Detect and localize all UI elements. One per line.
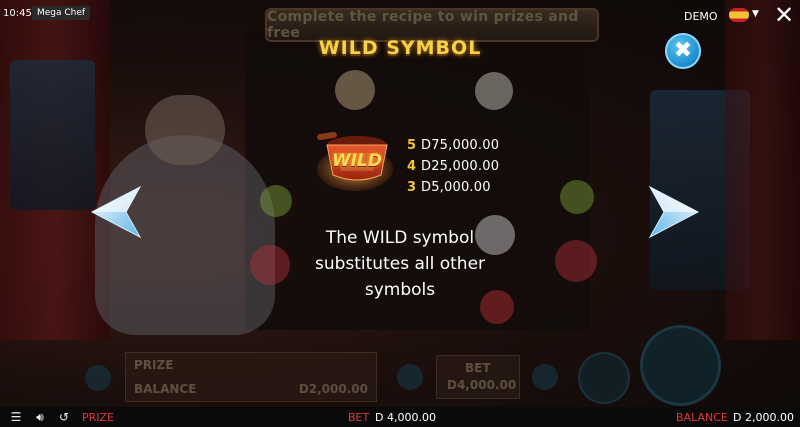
food-symbol [250,245,290,285]
bet-value-bg: D4,000.00 [447,378,517,392]
top-bar: 10:45 Mega Chef DEMO ▼ ✕ [0,0,800,32]
bet-plus-bg [532,364,558,390]
food-symbol [560,180,594,214]
bottom-bar: ☰ 🔊︎ ↺ PRIZE BET D 4,000.00 BALANCE D 2,… [0,407,800,427]
food-symbol [260,185,292,217]
pay-count: 3 [407,180,417,195]
description-line: symbols [364,280,436,300]
bet-value: D 4,000.00 [375,411,436,424]
pay-row: 4 D25,000.00 [407,156,499,177]
food-symbol [335,70,375,110]
balance-label-bg: BALANCE [134,382,197,396]
pay-amount: D75,000.00 [421,138,500,153]
chevron-right-icon[interactable] [648,185,700,239]
chevron-left-icon[interactable] [90,185,142,239]
speaker-icon[interactable]: 🔊︎ [33,410,47,424]
pay-amount: D5,000.00 [421,180,491,195]
window-left [10,60,95,210]
close-icon[interactable]: ✖ [665,33,701,69]
balance-label: BALANCE [676,411,728,424]
clock: 10:45 [3,8,32,19]
pay-count: 5 [407,138,417,153]
wild-symbol-text: WILD [331,151,383,171]
description-line: substitutes all other [314,254,486,274]
pay-count: 4 [407,159,417,174]
game-screen: Complete the recipe to win prizes and fr… [0,0,800,427]
food-symbol [555,240,597,282]
info-button-bg [85,365,111,391]
bet-minus-bg [397,364,423,390]
autoplay-button-bg [578,352,630,404]
menu-icon[interactable]: ☰ [9,410,23,424]
food-symbol [475,72,513,110]
paytable-title: WILD SYMBOL [318,37,482,59]
wild-description: The WILD symbol substitutes all other sy… [290,225,510,303]
bet-label-bg: BET [465,361,491,375]
bet-panel: BET D4,000.00 [436,355,520,399]
pay-amount: D25,000.00 [421,159,500,174]
spain-flag-icon[interactable] [729,8,749,22]
prize-label-bg: PRIZE [134,358,174,372]
spin-button-bg [640,325,721,406]
balance-value-bg: D2,000.00 [298,382,368,396]
curtain-right [725,0,800,340]
chevron-down-icon[interactable]: ▼ [752,9,759,19]
description-line: The WILD symbol [325,228,475,248]
pay-table: 5 D75,000.00 4 D25,000.00 3 D5,000.00 [407,135,499,198]
demo-label: DEMO [684,10,718,23]
bet-label: BET [348,411,370,424]
prize-label: PRIZE [82,411,115,424]
wild-pan-symbol: WILD [315,127,395,192]
pay-row: 5 D75,000.00 [407,135,499,156]
close-x-icon[interactable]: ✕ [771,2,797,28]
history-icon[interactable]: ↺ [57,410,71,424]
balance-value: D 2,000.00 [733,411,794,424]
prize-balance-panel: PRIZE BALANCE D2,000.00 [125,352,377,402]
game-name-badge: Mega Chef [32,6,91,20]
pay-row: 3 D5,000.00 [407,177,499,198]
